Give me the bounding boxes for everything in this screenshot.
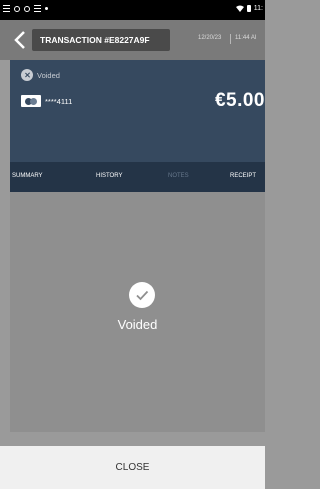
transaction-date: 12/20/23 [198, 35, 222, 41]
message-icon [34, 5, 41, 12]
tab-receipt[interactable]: RECEIPT [230, 173, 256, 179]
tab-history[interactable]: HISTORY [96, 173, 122, 179]
status-bar-left-icons [3, 5, 48, 12]
header-divider [230, 34, 231, 44]
status-bar: 11: [0, 0, 265, 20]
status-time: 11: [253, 5, 263, 12]
chevron-left-icon [14, 31, 25, 49]
result-content: Voided [10, 192, 265, 432]
header: TRANSACTION #E8227A9F 12/20/23 11:44 AI [0, 20, 265, 60]
back-button[interactable] [10, 29, 32, 51]
tab-notes[interactable]: NOTES [168, 173, 189, 179]
transaction-time: 11:44 AI [235, 35, 257, 41]
tab-bar: SUMMARY HISTORY NOTES RECEIPT [10, 162, 265, 192]
result-label: Voided [117, 317, 158, 332]
transaction-summary-panel: Voided ****4111 €5.00 [10, 60, 265, 162]
check-icon [129, 282, 155, 308]
battery-icon [246, 5, 251, 12]
close-circle-icon [21, 69, 33, 81]
status-label: Voided [37, 70, 60, 80]
tab-summary[interactable]: SUMMARY [12, 173, 43, 179]
footer: CLOSE [0, 446, 265, 489]
mastercard-icon [21, 95, 41, 107]
status-bar-right-icons: 11: [235, 5, 263, 12]
card-row: ****4111 [21, 95, 72, 107]
transaction-amount: €5.00 [214, 90, 265, 111]
card-number: ****4111 [45, 96, 73, 106]
divider [0, 432, 265, 446]
dot-icon [45, 7, 48, 10]
close-button[interactable]: CLOSE [0, 446, 265, 489]
wifi-icon [235, 5, 244, 12]
settings-icon [24, 5, 30, 12]
sync-icon [14, 5, 20, 12]
transaction-title: TRANSACTION #E8227A9F [32, 29, 170, 51]
status-row: Voided [21, 69, 60, 81]
notification-icon [3, 5, 10, 12]
